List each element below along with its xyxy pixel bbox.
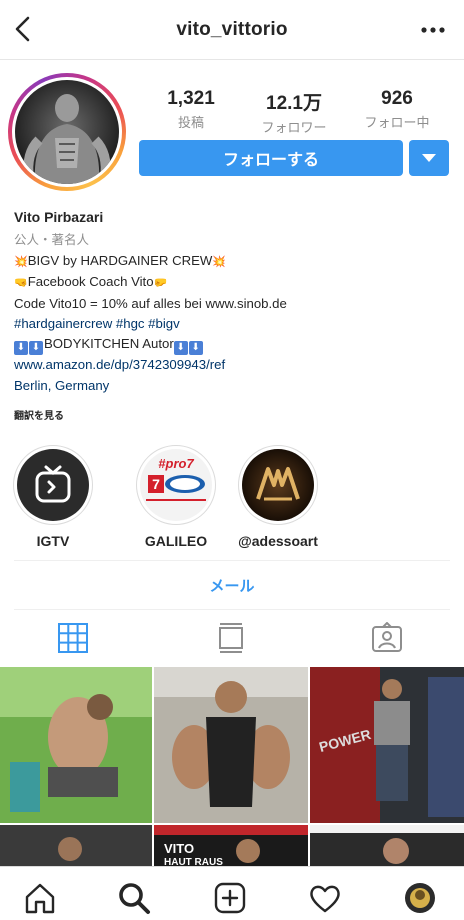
- posts-grid: POWER VITO HAUT RAUS: [0, 667, 464, 867]
- bio-location[interactable]: Berlin, Germany: [14, 376, 454, 396]
- profile-category: 公人・著名人: [14, 233, 90, 248]
- pro7-logo-text: #pro7: [158, 456, 194, 471]
- collision-emoji-icon: 💥: [212, 255, 227, 268]
- following-count[interactable]: 926 フォロー中: [352, 88, 442, 131]
- bio-hashtags[interactable]: #hardgainercrew #hgc #bigv: [14, 314, 454, 334]
- highlight-galileo[interactable]: #pro7 7 GALILEO: [134, 445, 218, 549]
- email-button[interactable]: メール: [14, 560, 450, 610]
- following-count-value: 926: [381, 88, 413, 109]
- arrow-down-emoji-icon: ⬇: [14, 341, 28, 356]
- home-icon[interactable]: [23, 881, 57, 915]
- bio-line: Code Vito10 = 10% auf alles bei www.sino…: [14, 295, 287, 311]
- posts-count-value: 1,321: [167, 88, 215, 109]
- followers-count-value: 12.1万: [266, 93, 322, 114]
- top-bar: vito_vittorio: [0, 0, 464, 60]
- highlight-adessoart[interactable]: @adessoart: [236, 445, 320, 549]
- highlight-label: @adessoart: [238, 533, 318, 549]
- bio-line: 🤜Facebook Coach Vito🤛: [14, 272, 454, 293]
- arrow-down-emoji-icon: ⬇: [188, 341, 203, 356]
- adessoart-logo: [242, 449, 314, 521]
- bottom-navigation: [0, 866, 464, 920]
- bio-line: ⬇ ⬇ BODYKITCHEN Autor ⬇ ⬇: [14, 334, 454, 356]
- arrow-down-emoji-icon: ⬇: [29, 341, 43, 356]
- post-thumbnail[interactable]: [0, 667, 152, 823]
- post-thumbnail[interactable]: [0, 825, 152, 867]
- more-options-icon[interactable]: [420, 20, 446, 40]
- triangle-down-icon: [422, 154, 436, 162]
- profile-full-name: Vito Pirbazari: [14, 209, 104, 225]
- search-icon[interactable]: [117, 881, 151, 915]
- arrow-down-emoji-icon: ⬇: [173, 341, 188, 356]
- follow-button[interactable]: フォローする: [139, 140, 403, 176]
- feed-icon[interactable]: [215, 622, 249, 656]
- bio-line-text: Facebook Coach Vito: [27, 274, 154, 290]
- grid-icon[interactable]: [57, 622, 91, 656]
- highlight-label: IGTV: [36, 533, 70, 549]
- profile-avatar[interactable]: [403, 881, 437, 915]
- heart-icon[interactable]: [308, 881, 342, 915]
- handshake-emoji-icon: 🤛: [153, 277, 168, 290]
- igtv-icon: [17, 449, 89, 521]
- posts-count: 1,321 投稿: [146, 88, 236, 131]
- followers-count[interactable]: 12.1万 フォロワー: [249, 88, 339, 136]
- post-thumbnail[interactable]: VITO HAUT RAUS: [154, 825, 308, 867]
- suggested-accounts-button[interactable]: [409, 140, 449, 176]
- posts-count-label: 投稿: [177, 115, 204, 130]
- profile-bio: Vito Pirbazari 公人・著名人 💥BIGV by HARDGAINE…: [14, 207, 454, 396]
- post-overlay-text: VITO: [164, 841, 194, 856]
- bio-line-text: BODYKITCHEN Autor: [44, 336, 174, 352]
- post-thumbnail[interactable]: POWER: [310, 667, 464, 823]
- add-post-icon[interactable]: [213, 881, 247, 915]
- highlight-label: GALILEO: [144, 533, 208, 549]
- bio-line: 💥BIGV by HARDGAINER CREW💥: [14, 251, 454, 272]
- profile-photo: [15, 80, 119, 184]
- handshake-emoji-icon: 🤜: [14, 277, 28, 290]
- profile-avatar[interactable]: [8, 73, 126, 191]
- profile-username: vito_vittorio: [176, 19, 288, 40]
- post-thumbnail[interactable]: [154, 667, 308, 823]
- following-count-label: フォロー中: [364, 115, 430, 130]
- galileo-logo: #pro7 7: [140, 449, 212, 521]
- profile-tabs: [0, 612, 464, 666]
- collision-emoji-icon: 💥: [14, 255, 28, 268]
- bio-website-link[interactable]: www.amazon.de/dp/3742309943/ref: [14, 355, 454, 375]
- highlight-igtv[interactable]: IGTV: [11, 445, 95, 549]
- tagged-icon[interactable]: [371, 621, 405, 656]
- svg-text:7: 7: [152, 476, 160, 492]
- see-translation-link[interactable]: 翻訳を見る: [14, 407, 64, 422]
- post-thumbnail[interactable]: [310, 825, 464, 867]
- bio-line-text: BIGV by HARDGAINER CREW: [27, 252, 213, 268]
- followers-count-label: フォロワー: [261, 120, 327, 135]
